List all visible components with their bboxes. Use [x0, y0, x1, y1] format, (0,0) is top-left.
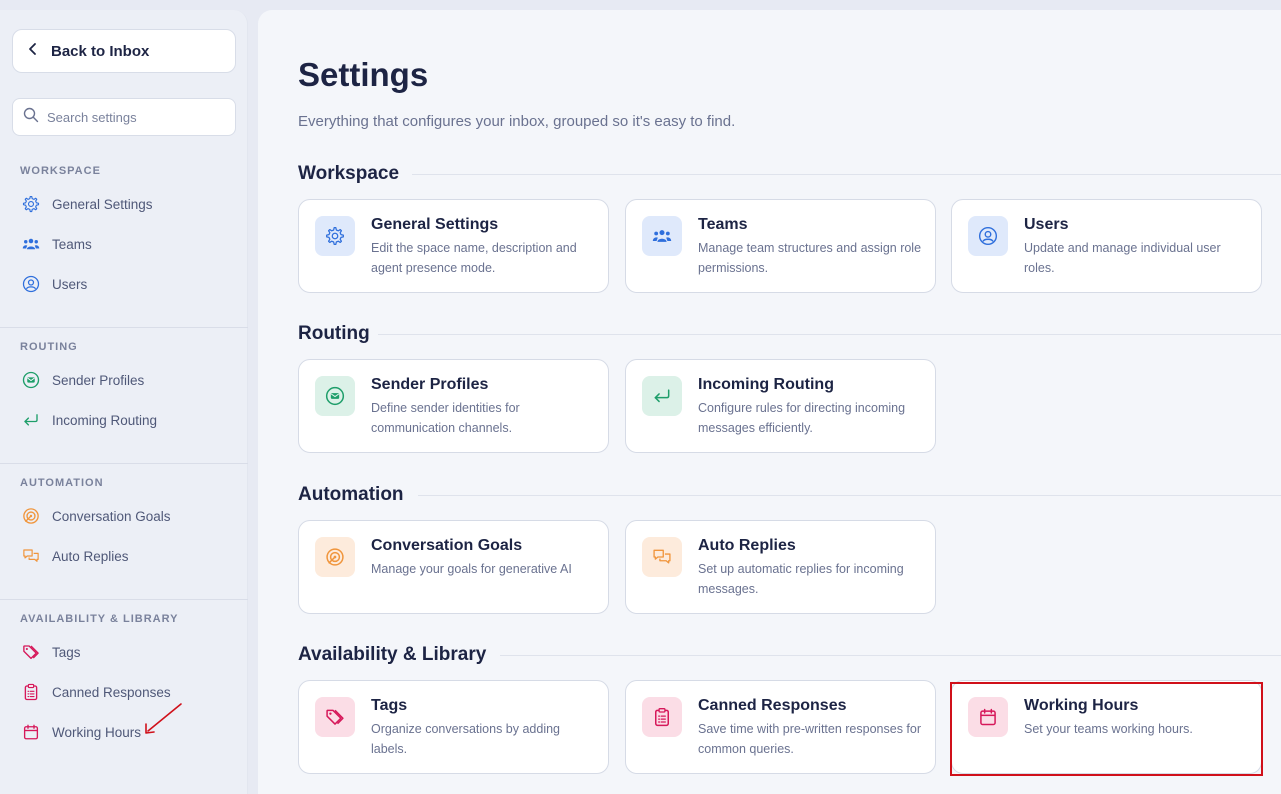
card-description: Manage team structures and assign role p…: [698, 241, 922, 275]
calendar-icon: [20, 721, 42, 743]
sidebar-section-workspace: WORKSPACE: [20, 165, 101, 177]
sidebar-item-tags[interactable]: Tags: [20, 640, 230, 664]
page-title: Settings: [298, 56, 429, 93]
card-general-settings[interactable]: General Settings Edit the space name, de…: [298, 199, 609, 293]
annotation-arrow-icon: [145, 703, 182, 734]
sidebar-item-label: Users: [52, 276, 88, 292]
sidebar-divider: [0, 327, 248, 328]
card-description: Manage your goals for generative AI: [371, 562, 572, 576]
chevron-left-icon: [27, 42, 39, 61]
sidebar-item-label: Auto Replies: [52, 548, 129, 564]
card-title: Users: [1024, 216, 1069, 233]
group-divider: [412, 174, 1281, 175]
teams-icon: [20, 233, 42, 255]
card-sender-profiles[interactable]: Sender Profiles Define sender identities…: [298, 359, 609, 453]
card-title: Tags: [371, 697, 408, 714]
group-title-routing: Routing: [298, 323, 370, 344]
user-circle-icon: [968, 216, 1008, 256]
group-title-workspace: Workspace: [298, 163, 400, 184]
sidebar-section-automation: AUTOMATION: [20, 477, 104, 489]
card-teams[interactable]: Teams Manage team structures and assign …: [625, 199, 936, 293]
mail-circle-icon: [20, 369, 42, 391]
clipboard-icon: [20, 681, 42, 703]
card-description: Organize conversations by adding labels.: [371, 722, 561, 756]
card-title: Sender Profiles: [371, 376, 489, 393]
chat-bubbles-icon: [642, 537, 682, 577]
search-settings: [12, 98, 236, 136]
card-title: Incoming Routing: [698, 376, 834, 393]
card-incoming-routing[interactable]: Incoming Routing Configure rules for dir…: [625, 359, 936, 453]
user-circle-icon: [20, 273, 42, 295]
card-title: Conversation Goals: [371, 537, 523, 554]
sidebar-item-label: Sender Profiles: [52, 372, 145, 388]
sidebar-item-auto-replies[interactable]: Auto Replies: [20, 544, 230, 568]
back-to-inbox-label: Back to Inbox: [51, 42, 150, 60]
sidebar-item-working-hours[interactable]: Working Hours: [20, 720, 230, 744]
sidebar-item-label: Canned Responses: [52, 684, 171, 700]
target-icon: [315, 537, 355, 577]
sidebar-section-availability-library: AVAILABILITY & LIBRARY: [20, 613, 179, 625]
sidebar-item-teams[interactable]: Teams: [20, 232, 230, 256]
sidebar-divider: [0, 599, 248, 600]
sidebar-item-conversation-goals[interactable]: Conversation Goals: [20, 504, 230, 528]
card-description: Set up automatic replies for incoming me…: [698, 562, 904, 596]
group-title-availability-library: Availability & Library: [298, 644, 487, 665]
gear-icon: [315, 216, 355, 256]
sidebar-item-incoming-routing[interactable]: Incoming Routing: [20, 408, 230, 432]
card-title: Auto Replies: [698, 537, 796, 554]
sidebar-item-canned-responses[interactable]: Canned Responses: [20, 680, 230, 704]
enter-arrow-icon: [642, 376, 682, 416]
sidebar-item-label: Incoming Routing: [52, 412, 158, 428]
card-description: Edit the space name, description and age…: [371, 241, 577, 275]
mail-circle-icon: [315, 376, 355, 416]
sidebar-item-label: Teams: [52, 236, 92, 252]
target-icon: [20, 505, 42, 527]
gear-icon: [20, 193, 42, 215]
back-to-inbox-button[interactable]: Back to Inbox: [12, 29, 236, 73]
search-settings-input[interactable]: [47, 109, 217, 125]
group-divider: [378, 334, 1281, 335]
card-title: Working Hours: [1024, 697, 1139, 714]
card-description: Save time with pre-written responses for…: [698, 722, 922, 756]
card-auto-replies[interactable]: Auto Replies Set up automatic replies fo…: [625, 520, 936, 614]
sidebar-item-general-settings[interactable]: General Settings: [20, 192, 230, 216]
sidebar-item-label: General Settings: [52, 196, 153, 212]
card-description: Update and manage individual user roles.: [1024, 241, 1221, 275]
enter-arrow-icon: [20, 409, 42, 431]
sidebar-item-users[interactable]: Users: [20, 272, 230, 296]
card-description: Configure rules for directing incoming m…: [698, 401, 906, 435]
calendar-icon: [968, 697, 1008, 737]
clipboard-icon: [642, 697, 682, 737]
page-subtitle: Everything that configures your inbox, g…: [298, 113, 736, 130]
sidebar-item-label: Conversation Goals: [52, 508, 171, 524]
tag-icon: [315, 697, 355, 737]
card-description: Define sender identities for communicati…: [371, 401, 520, 435]
card-canned-responses[interactable]: Canned Responses Save time with pre-writ…: [625, 680, 936, 774]
sidebar-section-routing: ROUTING: [20, 341, 78, 353]
search-icon: [23, 107, 39, 128]
chat-bubbles-icon: [20, 545, 42, 567]
group-divider: [500, 655, 1281, 656]
card-working-hours[interactable]: Working Hours Set your teams working hou…: [951, 680, 1262, 774]
sidebar-item-label: Tags: [52, 644, 81, 660]
tag-icon: [20, 641, 42, 663]
card-users[interactable]: Users Update and manage individual user …: [951, 199, 1262, 293]
sidebar-divider: [0, 463, 248, 464]
teams-icon: [642, 216, 682, 256]
card-title: Teams: [698, 216, 748, 233]
group-divider: [418, 495, 1281, 496]
group-title-automation: Automation: [298, 484, 404, 505]
sidebar-item-label: Working Hours: [52, 724, 142, 740]
card-title: Canned Responses: [698, 697, 847, 714]
card-tags[interactable]: Tags Organize conversations by adding la…: [298, 680, 609, 774]
card-conversation-goals[interactable]: Conversation Goals Manage your goals for…: [298, 520, 609, 614]
sidebar-item-sender-profiles[interactable]: Sender Profiles: [20, 368, 230, 392]
card-title: General Settings: [371, 216, 499, 233]
card-description: Set your teams working hours.: [1024, 722, 1193, 736]
